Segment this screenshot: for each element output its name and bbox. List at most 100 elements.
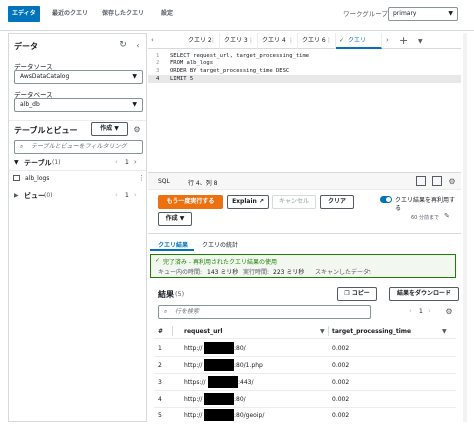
queue-time-label: キュー内の時間: <box>158 269 203 276</box>
datasource-value: AwsDataCatalog <box>20 73 70 80</box>
tables-header[interactable]: テーブル <box>24 158 52 168</box>
table-item-alb-logs[interactable]: alb_logs <box>25 175 49 182</box>
next-page-icon[interactable]: › <box>134 191 137 199</box>
download-results-button[interactable]: 結果をダウンロード <box>389 287 459 301</box>
tab-query-6[interactable]: クエリ 6 ⋮ <box>298 33 336 49</box>
tab-editor[interactable]: エディタ <box>8 6 40 22</box>
gear-icon[interactable]: ⚙ <box>447 176 457 186</box>
tab-query-4[interactable]: クエリ 4 ⋮ <box>258 33 298 49</box>
tab-query-results[interactable]: クエリ結果 <box>158 240 188 249</box>
sort-icon[interactable]: ▼ <box>320 328 325 335</box>
col-divider <box>328 326 329 336</box>
tables-caret-icon[interactable]: ▼ <box>14 159 19 166</box>
create-button[interactable]: 作成 ▼ <box>158 212 192 226</box>
rerun-button[interactable]: もう一度実行する <box>158 195 223 209</box>
table-filter-input[interactable]: ⌕ テーブルとビューをフィルタリング <box>14 140 143 154</box>
row-index: 4 <box>158 396 162 403</box>
row-index: 1 <box>158 345 162 352</box>
views-caret-icon[interactable]: ▶ <box>14 192 19 199</box>
tab-label: クエリ 2 <box>188 37 212 44</box>
datasource-select[interactable]: AwsDataCatalog ▼ <box>14 70 143 84</box>
row-index: 2 <box>158 362 162 369</box>
close-icon[interactable]: ⋮ <box>288 33 294 49</box>
code-line: SELECT request_url, target_processing_ti… <box>170 53 310 59</box>
prev-page-icon[interactable]: ‹ <box>409 307 412 315</box>
line-number: 4 <box>156 76 160 82</box>
row-index: 5 <box>158 412 162 419</box>
sort-icon[interactable]: ▼ <box>442 328 447 335</box>
col-header-target-processing-time[interactable]: target_processing_time <box>332 328 411 335</box>
prev-page-icon[interactable]: ‹ <box>115 158 118 166</box>
url-suffix: :80/ <box>234 396 246 403</box>
processing-time: 0.002 <box>332 412 350 419</box>
workgroup-select[interactable]: primary ▼ <box>388 7 458 21</box>
tabs-scroll-right-icon[interactable]: › <box>386 36 389 44</box>
prev-page-icon[interactable]: ‹ <box>115 191 118 199</box>
close-icon[interactable]: ⋮ <box>248 33 254 49</box>
row-divider <box>154 390 456 391</box>
status-banner: ✓ 完了済み - 再利用されたクエリ結果の使用 キュー内の時間: 143 ミリ秒… <box>150 254 456 278</box>
views-header[interactable]: ビュー <box>24 191 45 201</box>
row-divider <box>154 373 456 374</box>
sql-editor[interactable]: 1 2 3 4 SELECT request_url, target_proce… <box>148 49 461 171</box>
row-divider <box>154 356 456 357</box>
editor-status-bar: SQL 行 4、列 8 ⚙ <box>148 172 461 190</box>
close-icon[interactable]: ⋮ <box>326 33 332 49</box>
tab-query-active[interactable]: ✓ クエリ <box>336 33 382 49</box>
divider <box>9 170 146 171</box>
tab-query-3[interactable]: クエリ 3 ⋮ <box>220 33 258 49</box>
row-divider <box>154 338 456 339</box>
url-prefix: http:// <box>184 412 203 419</box>
more-options-icon[interactable]: ⋮ <box>138 174 145 182</box>
search-icon: ⌕ <box>20 143 24 150</box>
workgroup-value: primary <box>393 10 417 17</box>
gear-icon[interactable]: ⚙ <box>132 123 142 135</box>
editor-language: SQL <box>158 178 170 185</box>
current-line-highlight <box>148 75 461 83</box>
tab-query-stats[interactable]: クエリの統計 <box>202 240 238 249</box>
tab-query-2[interactable]: クエリ 2 ⋮ <box>184 33 220 49</box>
cancel-button[interactable]: キャンセル <box>272 195 316 209</box>
copy-button[interactable]: ❐ コピー <box>337 287 377 301</box>
line-number: 1 <box>156 53 160 59</box>
clear-button[interactable]: クリア <box>320 195 354 209</box>
col-header-request-url[interactable]: request_url <box>184 328 222 335</box>
results-count: (5) <box>175 290 185 298</box>
query-actions: もう一度実行する Explain ↗ キャンセル クリア 作成 ▼ クエリ結果を… <box>148 190 461 232</box>
views-count: (0) <box>44 192 53 199</box>
processing-time: 0.002 <box>332 379 350 386</box>
create-button[interactable]: 作成 ▼ <box>91 122 128 136</box>
tab-settings[interactable]: 設定 <box>157 6 177 22</box>
redacted-host <box>204 409 234 421</box>
next-page-icon[interactable]: › <box>428 307 431 315</box>
row-search-input[interactable]: ⌕ 行を検索 <box>158 305 371 319</box>
explain-button[interactable]: Explain ↗ <box>227 195 269 209</box>
gear-icon[interactable]: ⚙ <box>444 306 454 316</box>
results-page-number[interactable]: 1 <box>419 308 423 315</box>
tab-recent-queries[interactable]: 最近のクエリ <box>48 6 92 22</box>
url-suffix: :443/ <box>238 379 254 386</box>
processing-time: 0.002 <box>332 396 350 403</box>
add-tab-icon[interactable]: + <box>399 33 408 49</box>
reuse-results-label-cont: る <box>395 205 402 212</box>
tab-saved-queries[interactable]: 保存したクエリ <box>98 6 148 22</box>
tables-page-number[interactable]: 1 <box>125 159 129 166</box>
chevron-down-icon: ▼ <box>132 101 137 108</box>
views-page-number[interactable]: 1 <box>125 192 129 199</box>
tables-count: (1) <box>52 159 61 166</box>
database-select[interactable]: alb_db ▼ <box>14 98 143 112</box>
tabs-menu-icon[interactable]: ▼ <box>418 34 423 50</box>
tabs-scroll-left-icon[interactable]: ‹ <box>151 36 154 44</box>
page-scrollbar[interactable] <box>463 33 467 422</box>
next-page-icon[interactable]: › <box>134 158 137 166</box>
scanned-label: スキャンしたデータ: <box>315 269 372 276</box>
queue-time-value: 143 ミリ秒 <box>207 269 239 276</box>
edit-icon[interactable]: ✎ <box>444 212 450 220</box>
format-icon[interactable] <box>416 176 426 186</box>
refresh-icon[interactable]: ↻ <box>118 40 128 50</box>
reuse-results-toggle[interactable] <box>380 196 392 203</box>
explain-label: Explain <box>232 198 257 205</box>
close-icon[interactable]: ⋮ <box>210 33 216 49</box>
collapse-icon[interactable]: ‹ <box>133 40 143 50</box>
layout-icon[interactable] <box>432 176 442 186</box>
